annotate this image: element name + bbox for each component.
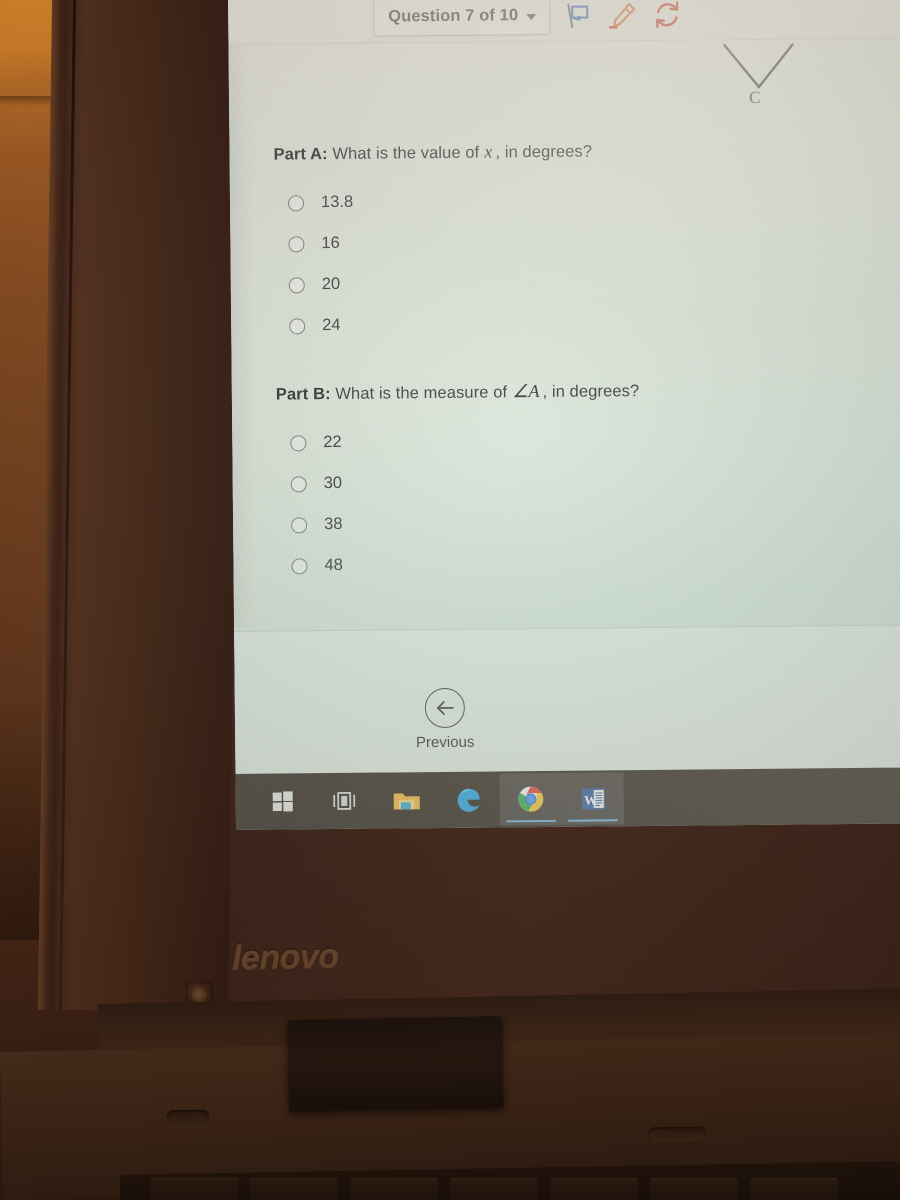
start-button[interactable] <box>252 775 314 828</box>
laptop-vent-right <box>647 1126 707 1143</box>
list-item[interactable]: 30 <box>277 460 641 504</box>
keyboard-key <box>150 1178 238 1200</box>
edge-button[interactable] <box>437 773 499 826</box>
list-item[interactable]: 48 <box>277 542 641 586</box>
keyboard-key <box>550 1178 638 1200</box>
photo-of-laptop-screen: lenovo Question 7 of 10 C Part A: What i… <box>0 0 900 1200</box>
option-label: 22 <box>323 432 342 452</box>
part-b-prefix: Part B: <box>275 385 331 404</box>
chrome-icon <box>518 786 544 812</box>
word-icon: W <box>581 787 605 810</box>
option-label: 20 <box>321 274 341 294</box>
part-a-prefix: Part A: <box>273 145 328 164</box>
previous-label: Previous <box>415 733 475 752</box>
file-explorer-button[interactable] <box>376 774 438 827</box>
quiz-toolbar: Question 7 of 10 <box>373 0 683 37</box>
part-a-text-before: What is the value of <box>327 143 480 164</box>
arrow-left-circle-icon <box>424 687 466 729</box>
radio-icon[interactable] <box>290 434 307 451</box>
list-item[interactable]: 22 <box>276 419 640 463</box>
laptop-hinge <box>287 1016 504 1112</box>
chevron-down-icon <box>526 13 537 20</box>
option-label: 16 <box>321 233 340 253</box>
part-b-text-before: What is the measure of <box>330 383 508 404</box>
page-left-rail <box>228 27 257 628</box>
laptop-vent-left <box>166 1109 210 1123</box>
radio-icon[interactable] <box>290 475 307 492</box>
previous-button[interactable]: Previous <box>395 687 496 751</box>
list-item[interactable]: 16 <box>274 221 593 265</box>
list-item[interactable]: 24 <box>275 303 594 347</box>
option-label: 30 <box>323 473 343 493</box>
part-b-options: 22 30 38 48 <box>276 419 641 586</box>
radio-icon[interactable] <box>288 235 305 252</box>
folder-icon <box>393 792 420 809</box>
option-label: 48 <box>324 555 343 575</box>
reset-icon[interactable] <box>651 0 683 31</box>
quiz-footer: Previous <box>234 624 900 775</box>
windows-logo-icon <box>272 791 293 812</box>
part-a-prompt: Part A: What is the value of x, in degree… <box>273 141 592 165</box>
question-counter-label: Question 7 of 10 <box>388 6 519 26</box>
radio-icon[interactable] <box>291 516 308 533</box>
keyboard-key <box>450 1178 538 1200</box>
task-view-icon <box>333 792 356 810</box>
list-item[interactable]: 20 <box>275 262 594 306</box>
svg-text:W: W <box>584 792 597 807</box>
part-a-text-after: , in degrees? <box>495 142 593 162</box>
part-b-text-after: , in degrees? <box>542 382 640 401</box>
edge-icon <box>457 788 480 812</box>
laptop-screen: Question 7 of 10 C Part A: What is the v… <box>228 0 900 830</box>
keyboard-key <box>650 1178 738 1200</box>
part-b-prompt: Part B: What is the measure of ∠A, in deg… <box>276 380 640 404</box>
vertex-label-c: C <box>748 87 761 108</box>
list-item[interactable]: 13.8 <box>274 180 593 224</box>
question-part-b: Part B: What is the measure of ∠A, in deg… <box>276 380 641 586</box>
triangle-diagram: C <box>696 40 822 119</box>
radio-icon[interactable] <box>289 317 306 334</box>
windows-taskbar: W <box>235 767 900 830</box>
radio-icon[interactable] <box>288 276 305 293</box>
option-label: 38 <box>324 514 343 534</box>
part-b-variable: ∠A <box>512 381 540 402</box>
radio-icon[interactable] <box>287 194 305 211</box>
option-label: 24 <box>322 315 341 335</box>
task-view-button[interactable] <box>314 775 376 828</box>
lenovo-logo: lenovo <box>231 936 339 978</box>
list-item[interactable]: 38 <box>277 501 641 545</box>
arrow-left-glyph <box>436 701 454 715</box>
chrome-button[interactable] <box>499 772 562 826</box>
question-counter-dropdown[interactable]: Question 7 of 10 <box>373 0 551 37</box>
part-a-variable: x <box>484 141 493 162</box>
keyboard-key <box>750 1178 838 1200</box>
question-part-a: Part A: What is the value of x, in degree… <box>273 141 594 347</box>
radio-icon[interactable] <box>291 557 308 574</box>
pencil-icon[interactable] <box>606 0 638 31</box>
keyboard-key <box>350 1178 438 1200</box>
part-a-options: 13.8 16 20 24 <box>274 180 594 347</box>
keyboard-key <box>250 1178 338 1200</box>
flag-icon[interactable] <box>563 0 593 30</box>
option-label: 13.8 <box>320 192 354 212</box>
word-button[interactable]: W <box>561 772 624 825</box>
